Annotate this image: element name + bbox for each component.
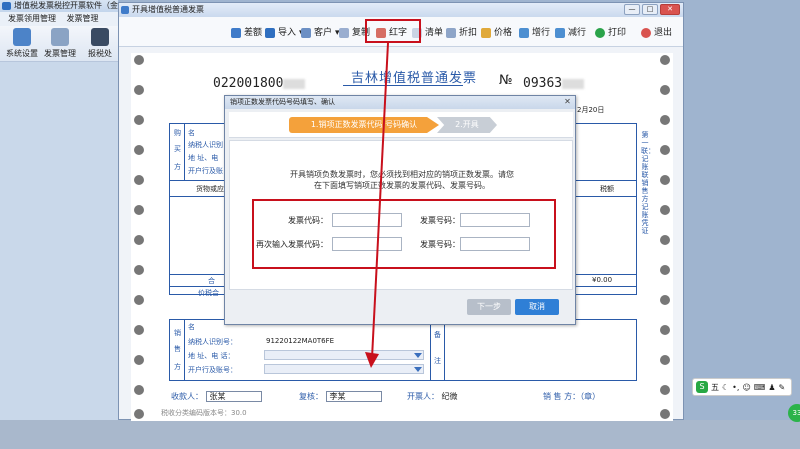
total-label: 合 xyxy=(208,277,215,285)
toolbar-difference-button[interactable]: 差额 xyxy=(231,26,262,40)
seller-name-label: 名 xyxy=(188,323,195,331)
tool-icon: ✎ xyxy=(778,382,786,392)
import-icon xyxy=(265,28,275,38)
toolbar-import-button[interactable]: 导入▾ xyxy=(265,26,304,40)
difference-icon xyxy=(231,28,241,38)
seller-side-3: 方 xyxy=(174,363,181,371)
tractor-holes-left xyxy=(131,53,147,421)
invoice-manage-label: 发票管理 xyxy=(44,49,76,58)
toolbar-print-button[interactable]: 打印 xyxy=(595,26,626,40)
buyer-side-1: 购 xyxy=(174,129,181,137)
total-value: ¥0.00 xyxy=(592,276,613,284)
seller-address-label: 地 址、电 话： xyxy=(188,352,235,360)
window-title-bar: 开具增值税普通发票 — □ ✕ xyxy=(119,3,683,17)
invoice-date: 2月20日 xyxy=(577,106,605,114)
delete-row-icon xyxy=(555,28,565,38)
price-icon xyxy=(481,28,491,38)
seller-seal-label: 销 售 方：（章） xyxy=(543,392,601,401)
buyer-address-label: 地 址、电 xyxy=(188,154,219,162)
customer-icon xyxy=(301,28,311,38)
tax-report-button[interactable]: 报税处 xyxy=(80,28,120,59)
add-row-icon xyxy=(519,28,529,38)
tractor-holes-right xyxy=(657,53,673,421)
app-toolbar: 系统设置 发票管理 报税处 xyxy=(0,26,118,62)
keyboard-icon: ⌨ xyxy=(753,382,766,392)
copy-icon xyxy=(339,28,349,38)
dialog-title: 销项正数发票代码号码填写、确认 xyxy=(230,98,335,106)
buyer-bank-label: 开户行及账 xyxy=(188,167,223,175)
ime-mode: 五 xyxy=(711,382,719,392)
invoice-number-confirm-input[interactable] xyxy=(460,237,530,251)
tax-column-header: 税额 xyxy=(600,185,614,193)
system-settings-button[interactable]: 系统设置 xyxy=(2,28,42,59)
payee-input[interactable]: 张某 xyxy=(205,391,262,402)
punctuation-icon: •, xyxy=(732,382,740,392)
buyer-tax-id-label: 纳税人识别 xyxy=(188,141,223,149)
power-icon xyxy=(641,28,651,38)
next-step-button[interactable]: 下一步 xyxy=(467,299,511,315)
app-logo-icon xyxy=(2,2,11,10)
invoice-code: 022001800 xyxy=(213,76,306,91)
seller-side-2: 售 xyxy=(174,345,181,353)
buyer-side-3: 方 xyxy=(174,163,181,171)
taskbar xyxy=(0,420,800,449)
toolbar-customer-button[interactable]: 客户 ▾ xyxy=(301,26,340,40)
tax-total-label: 价税合 xyxy=(198,289,219,297)
monitor-icon xyxy=(91,28,109,46)
app-title: 增值税发票税控开票软件（金税 xyxy=(14,1,118,10)
tax-report-label: 报税处 xyxy=(88,49,112,58)
app-title-bar: 增值税发票税控开票软件（金税 xyxy=(0,0,118,12)
print-icon xyxy=(595,28,605,38)
invoice-number-label: № xyxy=(499,73,513,88)
gear-icon xyxy=(13,28,31,46)
reviewer-input[interactable]: 李某 xyxy=(325,391,382,402)
invoice-icon xyxy=(51,28,69,46)
annotation-arrow xyxy=(365,42,389,368)
minimize-button[interactable]: — xyxy=(624,4,640,15)
remark-side-2: 注 xyxy=(434,357,441,365)
toolbar-delete-row-button[interactable]: 减行 xyxy=(555,26,586,40)
drawer-name: 纪微 xyxy=(441,392,458,401)
seller-side-1: 销 xyxy=(174,329,181,337)
skin-icon: ♟ xyxy=(768,382,776,392)
buyer-side-2: 买 xyxy=(174,145,181,153)
toolbar-discount-button[interactable]: 折扣 xyxy=(446,26,477,40)
maximize-button[interactable]: □ xyxy=(642,4,658,15)
menu-invoice-manage[interactable]: 发票管理 xyxy=(67,14,99,23)
reviewer-row: 复核： 李某 xyxy=(299,391,382,402)
cancel-button[interactable]: 取消 xyxy=(515,299,559,315)
invoice-number: 09363 xyxy=(523,76,585,91)
seller-tax-id: 91220122MA0T6FE xyxy=(266,337,335,345)
buyer-name-label: 名 xyxy=(188,129,195,137)
window-title: 开具增值税普通发票 xyxy=(132,5,204,14)
menu-invoice-receive[interactable]: 发票领用管理 xyxy=(8,14,56,23)
toolbar-add-row-button[interactable]: 增行 xyxy=(519,26,550,40)
app-side-panel xyxy=(0,62,118,422)
dialog-close-button[interactable]: ✕ xyxy=(563,98,572,107)
invoice-number-input[interactable] xyxy=(460,213,530,227)
seller-bank-label: 开户行及账号： xyxy=(188,366,237,374)
copy-note: 第一联：记账联 销售方记账凭证 xyxy=(641,131,655,235)
window-icon xyxy=(121,6,129,14)
emoji-icon: ☺ xyxy=(742,382,751,392)
invoice-manage-button[interactable]: 发票管理 xyxy=(40,28,80,59)
tax-code-version: 税收分类编码版本号：30.0 xyxy=(161,409,247,417)
ime-toolbar[interactable]: S 五 ☾ •, ☺ ⌨ ♟ ✎ xyxy=(692,378,792,396)
seller-tax-id-label: 纳税人识别号： xyxy=(188,338,237,346)
ime-logo-icon: S xyxy=(696,381,708,393)
system-settings-label: 系统设置 xyxy=(6,49,38,58)
remark-side-1: 备 xyxy=(434,331,441,339)
toolbar-price-button[interactable]: 价格 xyxy=(481,26,512,40)
invoice-code-confirm-label: 再次输入发票代码： xyxy=(256,240,328,249)
app-menu-bar: 发票领用管理 发票管理 xyxy=(0,12,118,26)
discount-icon xyxy=(446,28,456,38)
close-button[interactable]: ✕ xyxy=(660,4,680,15)
invoice-code-label: 发票代码： xyxy=(288,216,328,225)
step-issue: 2.开具 xyxy=(437,117,497,133)
payee-row: 收款人： 张某 xyxy=(171,391,262,402)
tray-badge[interactable]: 33 xyxy=(788,404,800,422)
drawer-row: 开票人： 纪微 xyxy=(407,392,458,401)
moon-icon: ☾ xyxy=(722,382,730,392)
toolbar-exit-button[interactable]: 退出 xyxy=(641,26,672,40)
